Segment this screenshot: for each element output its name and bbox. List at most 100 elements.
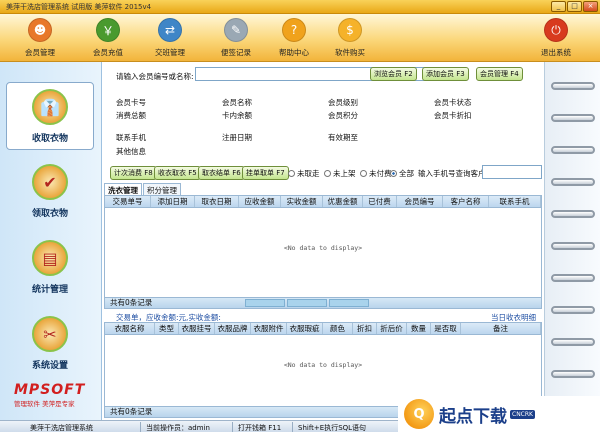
close-button[interactable]: × xyxy=(583,1,598,12)
sidebar-item-pickup-clothes[interactable]: ✔ 领取衣物 xyxy=(6,158,94,226)
watermark-logo-icon: Q xyxy=(404,399,434,429)
toolbar-purchase-button[interactable]: $ 软件购买 xyxy=(320,18,380,60)
column-header[interactable]: 数量 xyxy=(407,323,431,334)
orders-grid-footer: 共有0条记录 xyxy=(105,297,541,308)
binder-ring xyxy=(551,306,595,314)
column-header[interactable]: 折后价 xyxy=(377,323,407,334)
logo-slogan: 管理软件 美萍是专家 xyxy=(14,400,75,408)
column-header[interactable]: 会员编号 xyxy=(397,196,443,207)
binder-ring xyxy=(551,82,595,90)
count-consume-button[interactable]: 计次消费 F8 xyxy=(110,166,157,180)
minimize-button[interactable]: _ xyxy=(551,1,566,12)
column-header[interactable]: 交易单号 xyxy=(105,196,151,207)
radio-circle xyxy=(360,170,367,177)
column-header[interactable]: 折扣 xyxy=(353,323,377,334)
radio-circle xyxy=(288,170,295,177)
search-label: 请输入会员编号或名称: xyxy=(116,72,194,81)
tab-points[interactable]: 积分管理 xyxy=(143,183,181,195)
main-panel: 请输入会员编号或名称: 浏览会员 F2 添加会员 F3 会员管理 F4 会员卡号… xyxy=(102,62,544,420)
radio-not-shelved[interactable]: 未上架 xyxy=(324,168,356,179)
status-separator xyxy=(232,422,233,432)
toolbar-label: 便签记录 xyxy=(221,48,251,57)
items-record-count: 共有0条记录 xyxy=(110,407,153,416)
receive-clothes-button[interactable]: 收衣取衣 F5 xyxy=(154,166,201,180)
toolbar-member-recharge-button[interactable]: ￥ 会员充值 xyxy=(78,18,138,60)
column-header[interactable]: 衣服附件 xyxy=(251,323,287,334)
sidebar-item-settings[interactable]: ✂ 系统设置 xyxy=(6,310,94,378)
total-spend-label: 消费总额 xyxy=(116,111,146,120)
footer-sum-cell xyxy=(329,299,369,307)
binder-rings xyxy=(544,62,600,420)
column-header[interactable]: 取衣日期 xyxy=(195,196,239,207)
sidebar-item-receive-clothes[interactable]: 👔 收取衣物 xyxy=(6,82,94,150)
member-management-button[interactable]: 会员管理 F4 xyxy=(476,67,523,81)
column-header[interactable]: 颜色 xyxy=(323,323,353,334)
settings-icon: ✂ xyxy=(32,316,68,352)
binder-ring xyxy=(551,242,595,250)
status-separator xyxy=(140,422,141,432)
toolbar-help-button[interactable]: ? 帮助中心 xyxy=(264,18,324,60)
clothes-receive-icon: 👔 xyxy=(32,89,68,125)
status-separator xyxy=(292,422,293,432)
radio-circle xyxy=(324,170,331,177)
toolbar-notes-button[interactable]: ✎ 便签记录 xyxy=(206,18,266,60)
column-header[interactable]: 联系手机 xyxy=(489,196,541,207)
other-info-label: 其他信息 xyxy=(116,147,146,156)
pickup-settle-button[interactable]: 取衣结单 F6 xyxy=(198,166,245,180)
column-header[interactable]: 衣服瑕疵 xyxy=(287,323,323,334)
toolbar-exit-button[interactable]: ⏻ 退出系统 xyxy=(526,18,586,60)
column-header[interactable]: 已付费 xyxy=(363,196,397,207)
toolbar-shift-management-button[interactable]: ⇄ 交班管理 xyxy=(140,18,200,60)
statistics-icon: ▤ xyxy=(32,240,68,276)
column-header[interactable]: 类型 xyxy=(155,323,179,334)
toolbar-label: 帮助中心 xyxy=(279,48,309,57)
items-grid-header: 衣服名称 类型 衣服挂号 衣服品牌 衣服附件 衣服瑕疵 颜色 折扣 折后价 数量… xyxy=(105,323,541,335)
column-header[interactable]: 备注 xyxy=(461,323,541,334)
radio-all[interactable]: 全部 xyxy=(390,168,414,179)
main-toolbar: ☻ 会员管理 ￥ 会员充值 ⇄ 交班管理 ✎ 便签记录 ? 帮助中心 $ 软件购… xyxy=(0,14,600,62)
phone-query-label: 输入手机号查询客户 xyxy=(418,169,486,178)
column-header[interactable]: 是否取 xyxy=(431,323,461,334)
column-header[interactable]: 衣服名称 xyxy=(105,323,155,334)
status-open-drawer[interactable]: 打开钱箱 F11 xyxy=(238,423,281,432)
column-header[interactable]: 优惠金额 xyxy=(323,196,363,207)
radio-unpaid[interactable]: 未付费 xyxy=(360,168,392,179)
radio-not-picked[interactable]: 未取走 xyxy=(288,168,320,179)
help-icon: ? xyxy=(282,18,306,42)
radio-label: 全部 xyxy=(399,169,414,178)
column-header[interactable]: 客户名称 xyxy=(443,196,489,207)
orders-grid-header: 交易单号 添加日期 取衣日期 应收金额 实收金额 优惠金额 已付费 会员编号 客… xyxy=(105,196,541,208)
title-bar: 美萍干洗店管理系统 试用版 美萍软件 2015v4 _ □ × xyxy=(0,0,600,14)
radio-circle xyxy=(390,170,397,177)
member-level-label: 会员级别 xyxy=(328,98,358,107)
watermark-subtext: CNCRK xyxy=(510,409,535,419)
browse-members-button[interactable]: 浏览会员 F2 xyxy=(370,67,417,81)
column-header[interactable]: 添加日期 xyxy=(151,196,195,207)
sidebar: 👔 收取衣物 ✔ 领取衣物 ▤ 统计管理 ✂ 系统设置 xyxy=(0,62,102,420)
column-header[interactable]: 衣服挂号 xyxy=(179,323,215,334)
sidebar-item-statistics[interactable]: ▤ 统计管理 xyxy=(6,234,94,302)
tab-bar: 洗衣管理 积分管理 xyxy=(104,183,182,195)
hold-order-button[interactable]: 挂单取单 F7 xyxy=(242,166,289,180)
add-member-button[interactable]: 添加会员 F3 xyxy=(422,67,469,81)
orders-empty-text: <No data to display> xyxy=(283,244,363,252)
notes-icon: ✎ xyxy=(224,18,248,42)
footer-sum-cell xyxy=(287,299,327,307)
tab-laundry[interactable]: 洗衣管理 xyxy=(104,183,142,195)
toolbar-member-management-button[interactable]: ☻ 会员管理 xyxy=(10,18,70,60)
phone-query-input[interactable] xyxy=(482,165,542,179)
clothes-pickup-icon: ✔ xyxy=(32,164,68,200)
toolbar-label: 会员充值 xyxy=(93,48,123,57)
register-date-label: 注册日期 xyxy=(222,133,252,142)
download-site-watermark: Q 起点下载 CNCRK xyxy=(398,396,600,432)
column-header[interactable]: 应收金额 xyxy=(239,196,281,207)
maximize-button[interactable]: □ xyxy=(567,1,582,12)
toolbar-label: 软件购买 xyxy=(335,48,365,57)
purchase-icon: $ xyxy=(338,18,362,42)
exit-icon: ⏻ xyxy=(544,18,568,42)
status-sql-shortcut[interactable]: Shift+E执行SQL语句 xyxy=(298,423,366,432)
binder-ring xyxy=(551,178,595,186)
column-header[interactable]: 实收金额 xyxy=(281,196,323,207)
card-status-label: 会员卡状态 xyxy=(434,98,472,107)
column-header[interactable]: 衣服品牌 xyxy=(215,323,251,334)
